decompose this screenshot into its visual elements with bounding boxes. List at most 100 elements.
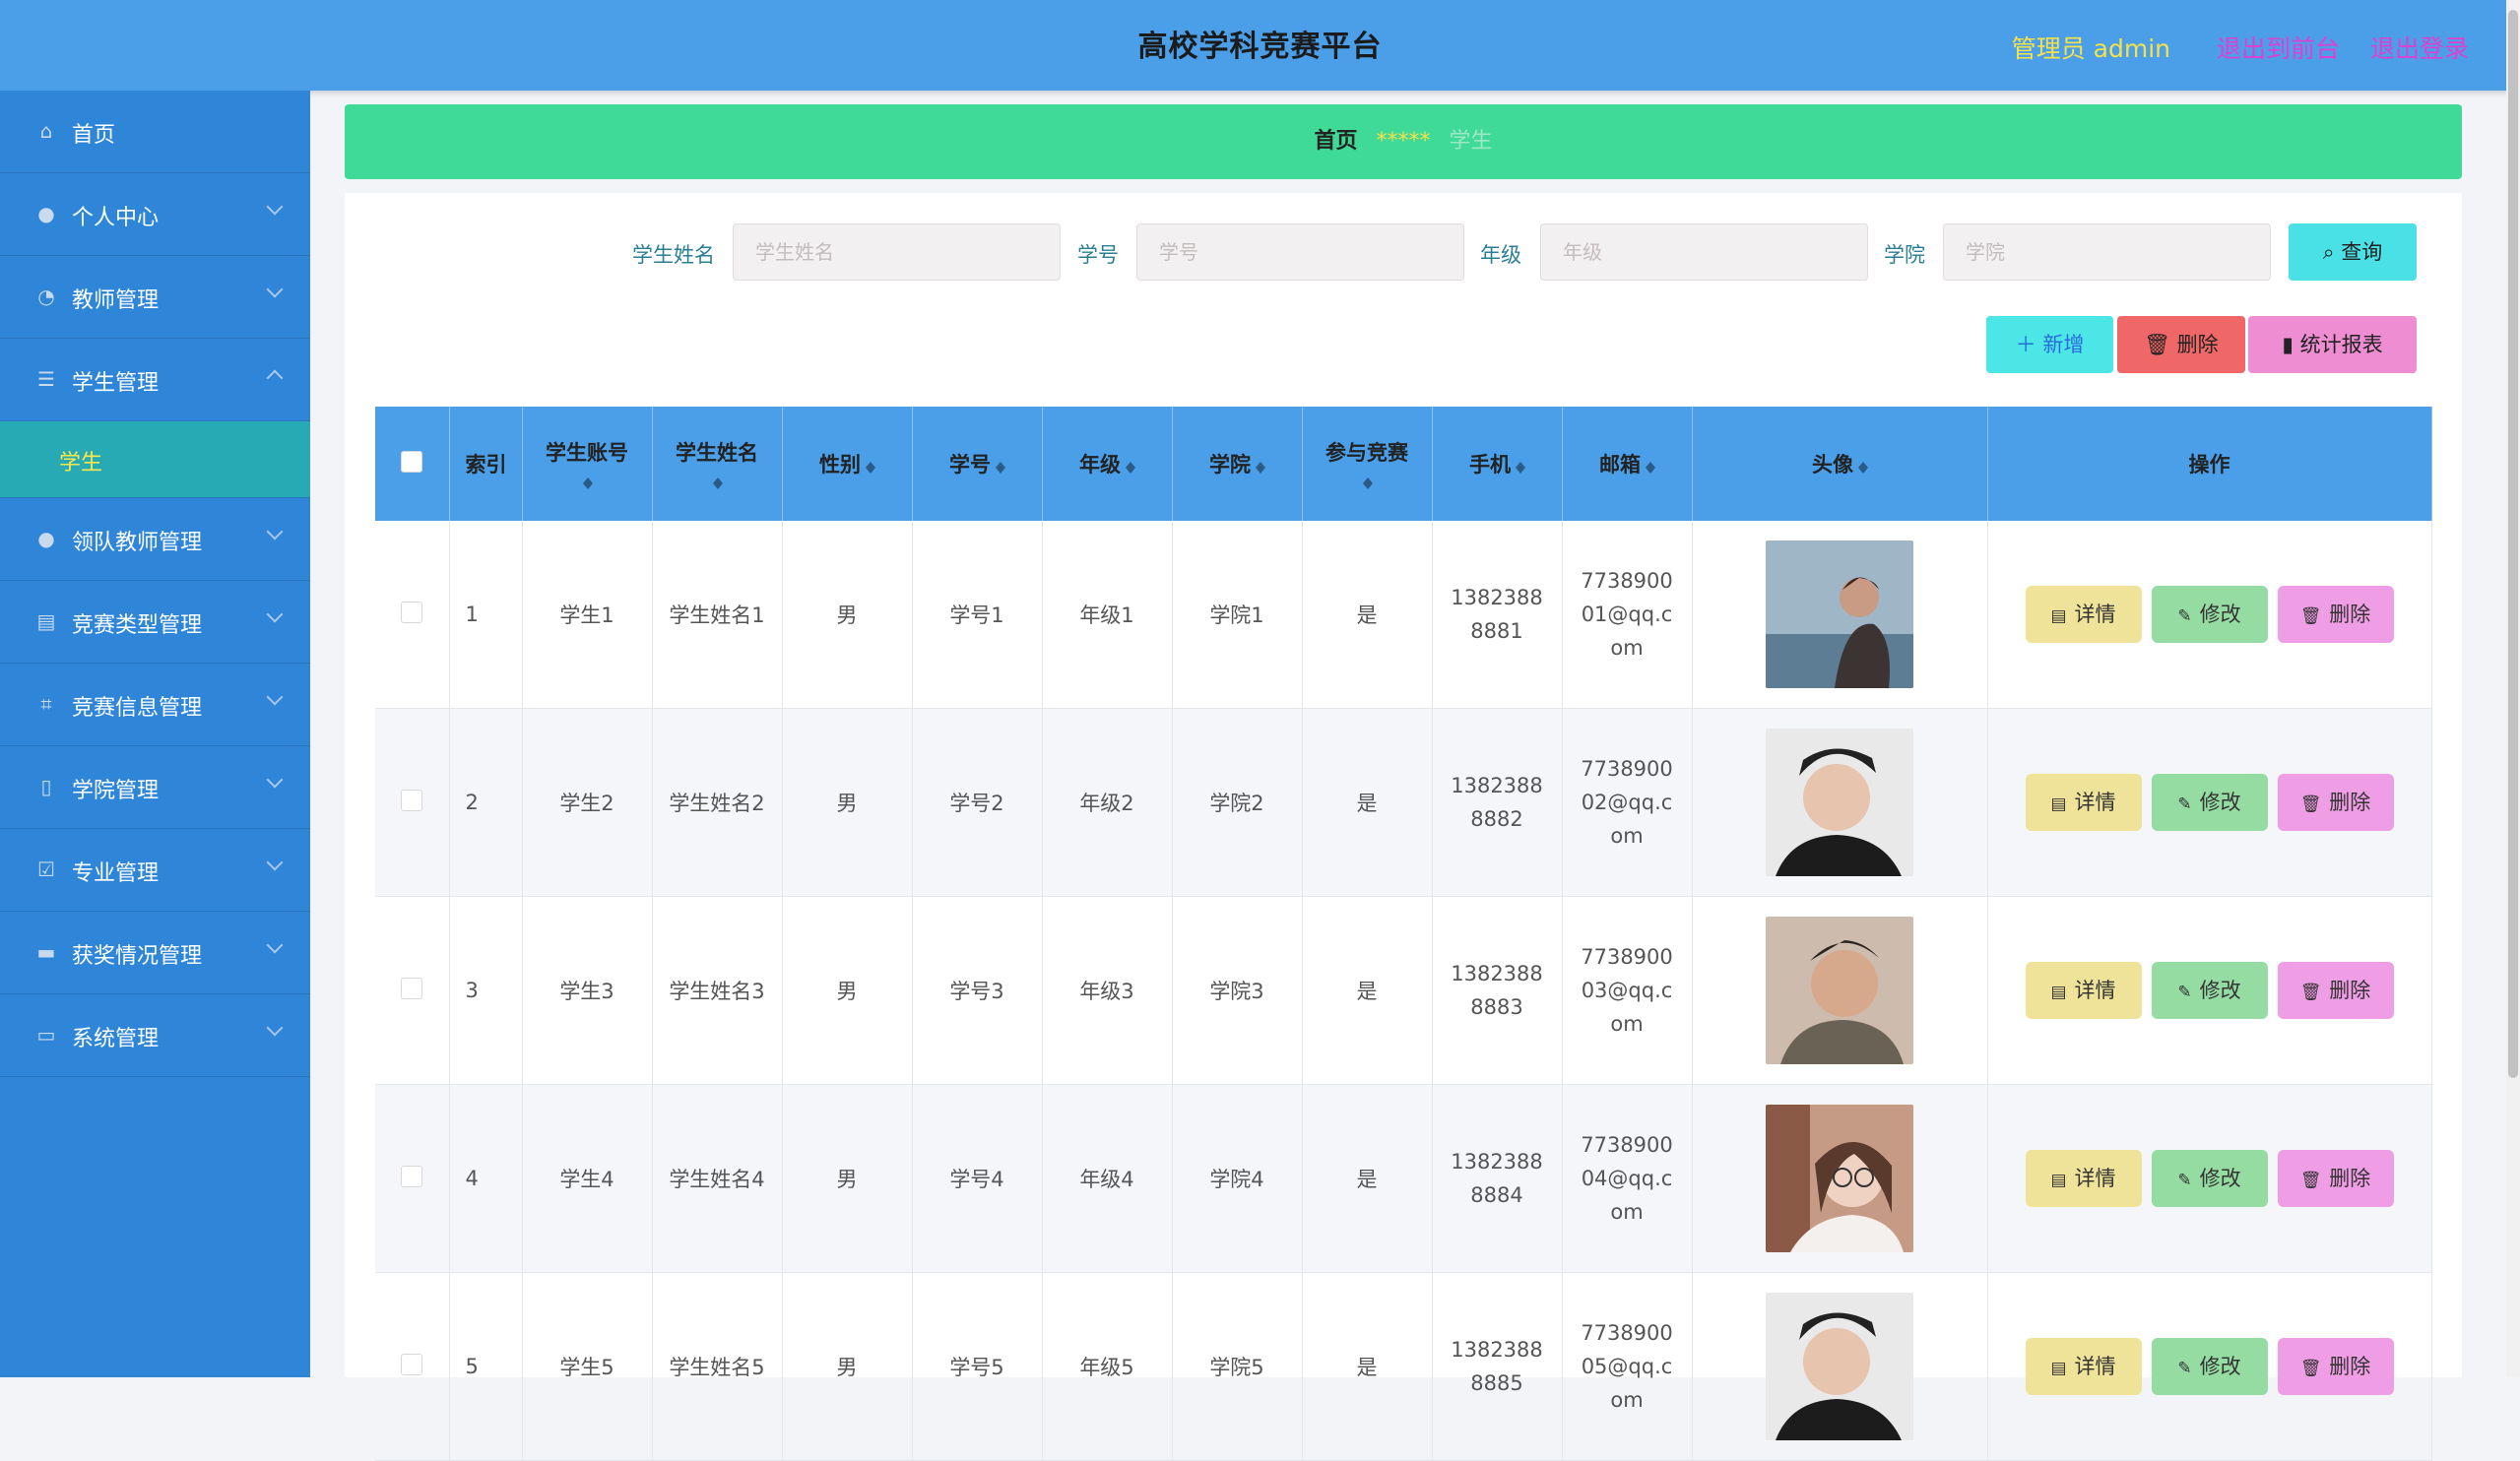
grade-cell: 年级2 <box>1042 708 1173 897</box>
sidebar-item-home[interactable]: ⌂ 首页 <box>0 91 310 173</box>
sidebar-item-competition-types[interactable]: ▤ 竞赛类型管理 <box>0 581 310 664</box>
delete-button[interactable]: 🗑 删除 <box>2277 1338 2394 1395</box>
chevron-down-icon <box>266 771 284 789</box>
detail-button[interactable]: ▤ 详情 <box>2025 774 2142 831</box>
column-header-gender[interactable]: 性别 <box>782 407 913 521</box>
sort-icon[interactable] <box>1125 457 1135 475</box>
logout-link[interactable]: 退出登录 <box>2370 30 2469 65</box>
breadcrumb: 首页 ***** 学生 <box>345 104 2462 179</box>
sidebar-item-personal-center[interactable]: ● 个人中心 <box>0 173 310 256</box>
row-checkbox[interactable] <box>401 1165 423 1187</box>
query-button[interactable]: ⌕ 查询 <box>2289 223 2417 281</box>
sidebar-subitem-student[interactable]: 学生 <box>0 421 310 498</box>
breadcrumb-home[interactable]: 首页 <box>1314 129 1357 154</box>
sort-icon[interactable] <box>1255 457 1265 475</box>
grade-input[interactable] <box>1540 223 1868 281</box>
sidebar-item-competition-info[interactable]: ⌗ 竞赛信息管理 <box>0 664 310 746</box>
sidebar-item-system[interactable]: ▭ 系统管理 <box>0 994 310 1077</box>
student-number-label: 学号 <box>1077 243 1119 267</box>
sidebar-item-leader-teachers[interactable]: ● 领队教师管理 <box>0 498 310 581</box>
account-cell: 学生4 <box>522 1084 653 1273</box>
detail-button[interactable]: ▤ 详情 <box>2025 1338 2142 1395</box>
account-cell: 学生2 <box>522 708 653 897</box>
add-button[interactable]: ＋ 新增 <box>1986 316 2113 373</box>
delete-button[interactable]: 🗑 删除 <box>2277 586 2394 643</box>
column-header-account[interactable]: 学生账号 <box>522 407 653 521</box>
detail-button[interactable]: ▤ 详情 <box>2025 1150 2142 1207</box>
edit-button[interactable]: ✎ 修改 <box>2151 1150 2268 1207</box>
index-cell: 3 <box>449 896 523 1085</box>
chevron-down-icon <box>266 605 284 623</box>
name-cell: 学生姓名4 <box>652 1084 783 1273</box>
select-all-checkbox[interactable] <box>401 450 423 473</box>
sidebar-item-colleges[interactable]: ▯ 学院管理 <box>0 746 310 829</box>
user-icon: ● <box>37 527 55 550</box>
college-input[interactable] <box>1943 223 2271 281</box>
detail-button[interactable]: ▤ 详情 <box>2025 586 2142 643</box>
phone-cell: 13823888881 <box>1432 521 1563 709</box>
delete-button[interactable]: 🗑 删除 <box>2277 962 2394 1019</box>
column-header-student-number[interactable]: 学号 <box>912 407 1043 521</box>
edit-button[interactable]: ✎ 修改 <box>2151 1338 2268 1395</box>
sort-icon[interactable] <box>1515 457 1525 475</box>
row-checkbox[interactable] <box>401 977 423 999</box>
email-value: 773890004@qq.com <box>1581 1133 1673 1224</box>
column-header-avatar[interactable]: 头像 <box>1692 407 1988 521</box>
student-name-label: 学生姓名 <box>632 243 715 267</box>
gender-cell: 男 <box>782 521 913 709</box>
trash-icon: 🗑 <box>2299 606 2322 626</box>
column-header-grade[interactable]: 年级 <box>1042 407 1173 521</box>
sort-icon[interactable] <box>865 457 875 475</box>
sort-icon[interactable] <box>582 473 593 490</box>
scrollbar-thumb[interactable] <box>2508 10 2518 1078</box>
sort-icon[interactable] <box>1362 473 1373 490</box>
student-name-input[interactable] <box>733 223 1061 281</box>
detail-button[interactable]: ▤ 详情 <box>2025 962 2142 1019</box>
chevron-down-icon <box>266 198 284 216</box>
row-checkbox[interactable] <box>401 789 423 811</box>
column-header-name[interactable]: 学生姓名 <box>652 407 783 521</box>
edit-icon: ✎ <box>2177 794 2192 814</box>
sort-icon[interactable] <box>1645 457 1655 475</box>
detail-button-label: 详情 <box>2074 1355 2116 1378</box>
batch-delete-button[interactable]: 🗑 删除 <box>2117 316 2245 373</box>
column-header-phone[interactable]: 手机 <box>1432 407 1563 521</box>
detail-button-label: 详情 <box>2074 979 2116 1002</box>
mobile-icon: ▯ <box>40 775 52 798</box>
sidebar-item-awards[interactable]: ▬ 获奖情况管理 <box>0 912 310 994</box>
report-button[interactable]: ▮ 统计报表 <box>2248 316 2417 373</box>
column-header-joined[interactable]: 参与竞赛 <box>1302 407 1433 521</box>
grade-cell: 年级5 <box>1042 1272 1173 1461</box>
user-icon: ● <box>37 202 55 225</box>
sidebar-item-label: 个人中心 <box>72 206 160 230</box>
sidebar-item-label: 首页 <box>72 123 116 148</box>
row-checkbox[interactable] <box>401 601 423 623</box>
sort-icon[interactable] <box>712 473 723 490</box>
sidebar-item-students[interactable]: ☰ 学生管理 <box>0 339 310 421</box>
column-header-label: 头像 <box>1812 453 1853 476</box>
sort-icon[interactable] <box>995 457 1005 475</box>
column-header-college[interactable]: 学院 <box>1172 407 1303 521</box>
delete-button[interactable]: 🗑 删除 <box>2277 1150 2394 1207</box>
sidebar-item-label: 获奖情况管理 <box>72 944 203 969</box>
edit-icon: ✎ <box>2177 606 2192 626</box>
row-select-cell <box>375 1084 450 1273</box>
phone-value: 13823888883 <box>1451 962 1543 1019</box>
college-cell: 学院2 <box>1172 708 1303 897</box>
table-row: 4 学生4 学生姓名4 男学号4 年级4 学院4 是 13823888884 773890004… <box>375 1084 2432 1273</box>
front-link[interactable]: 退出到前台 <box>2217 30 2340 65</box>
edit-button[interactable]: ✎ 修改 <box>2151 962 2268 1019</box>
sort-icon[interactable] <box>1857 457 1868 475</box>
column-header-email[interactable]: 邮箱 <box>1562 407 1693 521</box>
edit-icon: ✎ <box>2177 1171 2192 1190</box>
student-number-input[interactable] <box>1136 223 1464 281</box>
sidebar-item-teachers[interactable]: ◔ 教师管理 <box>0 256 310 339</box>
sidebar-item-majors[interactable]: ☑ 专业管理 <box>0 829 310 912</box>
edit-button[interactable]: ✎ 修改 <box>2151 586 2268 643</box>
delete-button[interactable]: 🗑 删除 <box>2277 774 2394 831</box>
edit-button[interactable]: ✎ 修改 <box>2151 774 2268 831</box>
table-row: 1 学生1 学生姓名1 男学号1 年级1 学院1 是 13823888881 773890001… <box>375 521 2432 709</box>
page-scrollbar[interactable] <box>2506 0 2520 1377</box>
row-checkbox[interactable] <box>401 1353 423 1375</box>
delete-button-label: 删除 <box>2329 603 2371 626</box>
